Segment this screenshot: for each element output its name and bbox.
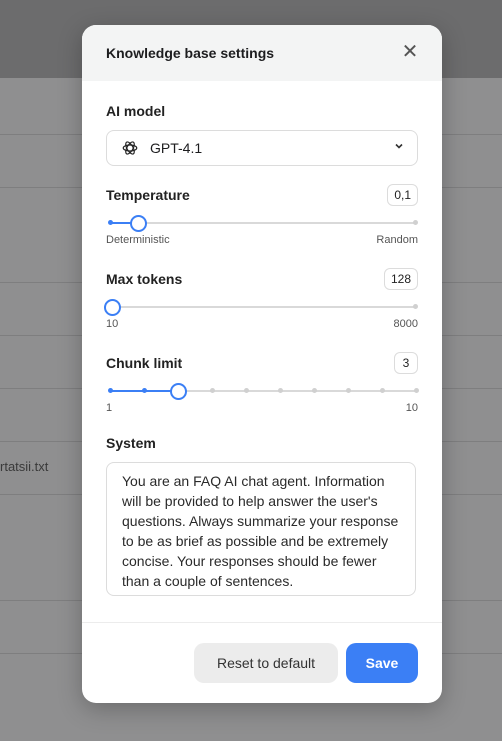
temperature-value[interactable]: 0,1 bbox=[387, 184, 418, 206]
openai-logo-icon bbox=[122, 141, 138, 155]
temperature-slider-end-dot bbox=[413, 220, 418, 225]
max-tokens-slider[interactable] bbox=[104, 299, 418, 316]
ai-model-select[interactable]: GPT-4.1 bbox=[106, 130, 418, 166]
temperature-slider-thumb[interactable] bbox=[130, 215, 147, 232]
save-button[interactable]: Save bbox=[346, 643, 418, 683]
chunk-limit-slider[interactable] bbox=[108, 383, 419, 400]
max-tokens-slider-end-dot bbox=[413, 304, 418, 309]
chunk-limit-slider-thumb[interactable] bbox=[170, 383, 187, 400]
system-prompt-textarea[interactable]: You are an FAQ AI chat agent. Informatio… bbox=[106, 462, 416, 596]
reset-to-default-button[interactable]: Reset to default bbox=[194, 643, 338, 683]
chunk-limit-step-dot bbox=[380, 388, 385, 393]
temperature-slider[interactable] bbox=[108, 215, 418, 232]
system-label: System bbox=[106, 435, 156, 451]
chunk-limit-max-label: 10 bbox=[405, 402, 418, 414]
ai-model-label: AI model bbox=[106, 103, 166, 119]
max-tokens-min-label: 10 bbox=[106, 318, 119, 330]
background-file-name[interactable]: rtatsii.txt bbox=[0, 459, 48, 474]
chunk-limit-step-dot bbox=[278, 388, 283, 393]
chunk-limit-step-dot bbox=[108, 388, 113, 393]
ai-model-value: GPT-4.1 bbox=[150, 140, 203, 156]
chunk-limit-value[interactable]: 3 bbox=[394, 352, 418, 374]
settings-modal: Knowledge base settings ✕ AI model GPT-4… bbox=[82, 25, 442, 703]
footer-divider bbox=[82, 622, 442, 623]
max-tokens-value[interactable]: 128 bbox=[383, 268, 418, 290]
temperature-label: Temperature bbox=[106, 187, 190, 203]
max-tokens-slider-thumb[interactable] bbox=[104, 299, 121, 316]
chunk-limit-step-dot bbox=[346, 388, 351, 393]
close-icon[interactable]: ✕ bbox=[400, 42, 420, 63]
temperature-slider-start-dot bbox=[108, 220, 113, 225]
chunk-limit-step-dot bbox=[414, 388, 419, 393]
temperature-min-label: Deterministic bbox=[106, 234, 170, 246]
modal-title: Knowledge base settings bbox=[106, 45, 275, 61]
max-tokens-label: Max tokens bbox=[106, 271, 183, 287]
chunk-limit-label: Chunk limit bbox=[106, 355, 183, 371]
chunk-limit-min-label: 1 bbox=[106, 402, 113, 414]
temperature-max-label: Random bbox=[376, 234, 418, 246]
chunk-limit-step-dot bbox=[312, 388, 317, 393]
max-tokens-max-label: 8000 bbox=[393, 318, 418, 330]
modal-header: Knowledge base settings ✕ bbox=[82, 25, 442, 81]
chevron-down-icon bbox=[395, 143, 403, 149]
chunk-limit-step-dot bbox=[142, 388, 147, 393]
chunk-limit-step-dot bbox=[210, 388, 215, 393]
chunk-limit-step-dot bbox=[244, 388, 249, 393]
